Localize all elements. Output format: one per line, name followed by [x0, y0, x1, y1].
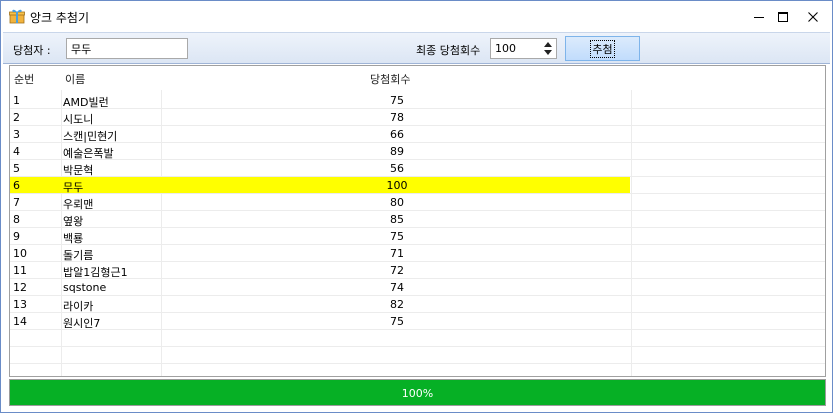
- row-number: 8: [13, 213, 20, 226]
- progress-label: 100%: [401, 387, 434, 400]
- row-name: 스캔|민현기: [63, 130, 118, 143]
- header-no[interactable]: 순번: [14, 71, 34, 87]
- row-count: 74: [390, 281, 404, 294]
- app-window: 앙크 추첨기 당첨자 : 최종 당첨회수 100 추첨 순번 이름: [0, 0, 833, 413]
- minimize-icon: [754, 16, 764, 18]
- draw-button[interactable]: 추첨: [565, 36, 640, 61]
- table-row[interactable]: 13 라이카 82: [10, 296, 825, 313]
- count-stepper[interactable]: 100: [490, 38, 557, 59]
- row-number: 7: [13, 196, 20, 209]
- table-row[interactable]: 14 원시인7 75: [10, 313, 825, 330]
- row-number: 2: [13, 111, 20, 124]
- table-row[interactable]: 3 스캔|민현기 66: [10, 126, 825, 143]
- close-icon: [808, 11, 818, 22]
- grid-header: 순번 이름 당첨회수: [10, 66, 825, 90]
- row-number: 9: [13, 230, 20, 243]
- row-name: 라이카: [63, 300, 94, 313]
- row-number: 4: [13, 145, 20, 158]
- row-name: AMD빌런: [63, 96, 109, 109]
- winner-input[interactable]: [66, 38, 188, 59]
- chevron-up-icon: [544, 42, 552, 47]
- row-name: 우뢰맨: [63, 198, 94, 211]
- table-row[interactable]: 1 AMD빌런 75: [10, 92, 825, 109]
- row-count: 75: [390, 230, 404, 243]
- chevron-down-icon: [544, 50, 552, 55]
- row-count: 75: [390, 94, 404, 107]
- draw-button-label: 추첨: [590, 39, 615, 58]
- empty-row: [10, 330, 825, 347]
- row-count: 85: [390, 213, 404, 226]
- table-row[interactable]: 4 예술은폭발 89: [10, 143, 825, 160]
- row-count: 71: [390, 247, 404, 260]
- row-count: 75: [390, 315, 404, 328]
- row-number: 1: [13, 94, 20, 107]
- progress-bar: 100%: [9, 379, 826, 406]
- close-button[interactable]: [795, 1, 831, 32]
- count-label: 최종 당첨회수: [416, 44, 481, 57]
- table-row[interactable]: 10 돌기름 71: [10, 245, 825, 262]
- winner-label: 당첨자 :: [13, 44, 51, 57]
- spin-down-button[interactable]: [541, 48, 555, 57]
- results-grid[interactable]: 순번 이름 당첨회수 1 AMD빌런 75 2 시도니 78 3 스캔|민현기 66 4 예술은폭발…: [9, 65, 826, 377]
- row-name: 박문혁: [63, 164, 94, 177]
- table-row[interactable]: 11 밥알1김형근1 72: [10, 262, 825, 279]
- table-row[interactable]: 8 옆왕 85: [10, 211, 825, 228]
- table-row[interactable]: 9 백룡 75: [10, 228, 825, 245]
- row-count: 56: [390, 162, 404, 175]
- gift-icon: [9, 8, 25, 24]
- row-count: 89: [390, 145, 404, 158]
- row-count: 78: [390, 111, 404, 124]
- empty-row: [10, 364, 825, 376]
- window-title: 앙크 추첨기: [30, 11, 90, 25]
- row-number: 10: [13, 247, 27, 260]
- row-count: 72: [390, 264, 404, 277]
- table-row[interactable]: 2 시도니 78: [10, 109, 825, 126]
- table-row[interactable]: 6 무두 100: [10, 177, 825, 194]
- row-number: 13: [13, 298, 27, 311]
- empty-row: [10, 347, 825, 364]
- count-value[interactable]: 100: [495, 42, 516, 55]
- row-name: 백룡: [63, 232, 84, 245]
- row-number: 14: [13, 315, 27, 328]
- table-row[interactable]: 7 우뢰맨 80: [10, 194, 825, 211]
- row-number: 3: [13, 128, 20, 141]
- row-count: 82: [390, 298, 404, 311]
- row-number: 11: [13, 264, 27, 277]
- row-name: 옆왕: [63, 215, 84, 228]
- row-number: 6: [13, 179, 20, 192]
- row-name: 시도니: [63, 113, 94, 126]
- row-number: 5: [13, 162, 20, 175]
- row-name: 무두: [63, 181, 84, 194]
- maximize-icon: [778, 11, 788, 22]
- row-name: 원시인7: [63, 317, 101, 330]
- row-count: 100: [386, 179, 408, 192]
- table-row[interactable]: 12 sqstone 74: [10, 279, 825, 296]
- row-count: 66: [390, 128, 404, 141]
- row-name: 돌기름: [63, 249, 94, 262]
- header-count[interactable]: 당첨회수: [370, 71, 410, 87]
- table-row[interactable]: 5 박문혁 56: [10, 160, 825, 177]
- row-number: 12: [13, 281, 27, 294]
- row-count: 80: [390, 196, 404, 209]
- row-name: sqstone: [63, 281, 107, 294]
- row-name: 밥알1김형근1: [63, 266, 128, 279]
- title-bar[interactable]: 앙크 추첨기: [1, 1, 832, 32]
- row-name: 예술은폭발: [63, 147, 114, 160]
- header-name[interactable]: 이름: [65, 71, 85, 87]
- toolbar: 당첨자 : 최종 당첨회수 100 추첨: [3, 32, 830, 64]
- grid-rows: 1 AMD빌런 75 2 시도니 78 3 스캔|민현기 66 4 예술은폭발 89 5 박문혁 56 6 무두…: [10, 92, 825, 376]
